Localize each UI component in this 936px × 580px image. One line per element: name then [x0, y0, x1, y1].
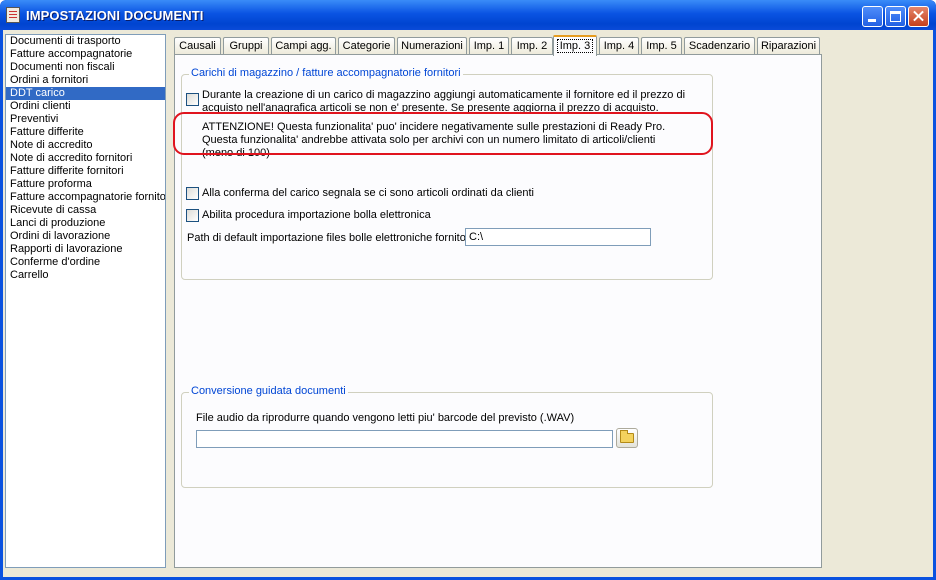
- tab-imp-3[interactable]: Imp. 3: [553, 35, 597, 56]
- tab-label: Causali: [179, 40, 216, 52]
- electronic-import-checkbox[interactable]: [186, 209, 199, 222]
- tab-riparazioni[interactable]: Riparazioni: [757, 37, 820, 55]
- sidebar-item-fatture-differite[interactable]: Fatture differite: [6, 126, 165, 139]
- window-title: IMPOSTAZIONI DOCUMENTI: [26, 8, 204, 23]
- import-path-input[interactable]: C:\: [465, 228, 651, 246]
- audio-file-input[interactable]: [196, 430, 613, 448]
- notify-ordered-items-checkbox[interactable]: [186, 187, 199, 200]
- tab-categorie[interactable]: Categorie: [338, 37, 395, 55]
- group-carichi-magazzino: Carichi di magazzino / fatture accompagn…: [181, 67, 713, 280]
- import-path-label: Path di default importazione files bolle…: [187, 232, 472, 244]
- tab-label: Imp. 1: [473, 40, 505, 52]
- sidebar-item-ordini-di-lavorazione[interactable]: Ordini di lavorazione: [6, 230, 165, 243]
- sidebar-item-preventivi[interactable]: Preventivi: [6, 113, 165, 126]
- group-title: Conversione guidata documenti: [189, 385, 348, 397]
- sidebar-item-ddt-carico[interactable]: DDT carico: [6, 87, 165, 100]
- sidebar-item-documenti-di-trasporto[interactable]: Documenti di trasporto: [6, 35, 165, 48]
- tab-imp-1[interactable]: Imp. 1: [469, 37, 509, 55]
- minimize-button[interactable]: [862, 6, 883, 27]
- folder-icon: [620, 430, 634, 443]
- maximize-button[interactable]: [885, 6, 906, 27]
- sidebar-item-lanci-di-produzione[interactable]: Lanci di produzione: [6, 217, 165, 230]
- sidebar-item-conferme-d-ordine[interactable]: Conferme d'ordine: [6, 256, 165, 269]
- tab-label: Gruppi: [229, 40, 263, 52]
- sidebar-item-fatture-differite-fornitori[interactable]: Fatture differite fornitori: [6, 165, 165, 178]
- sidebar-item-note-di-accredito[interactable]: Note di accredito: [6, 139, 165, 152]
- tab-label: Riparazioni: [760, 40, 817, 52]
- sidebar-item-carrello[interactable]: Carrello: [6, 269, 165, 282]
- electronic-import-label: Abilita procedura importazione bolla ele…: [202, 209, 431, 221]
- tab-label: Numerazioni: [401, 40, 463, 52]
- title-bar[interactable]: IMPOSTAZIONI DOCUMENTI: [0, 0, 936, 30]
- group-conversione-guidata: Conversione guidata documenti File audio…: [181, 385, 713, 488]
- minimize-icon: [868, 19, 876, 22]
- tab-causali[interactable]: Causali: [174, 37, 221, 55]
- tab-imp-4[interactable]: Imp. 4: [599, 37, 639, 55]
- sidebar-item-fatture-accompagnatorie-fornitori[interactable]: Fatture accompagnatorie fornitori: [6, 191, 165, 204]
- sidebar-item-ordini-clienti[interactable]: Ordini clienti: [6, 100, 165, 113]
- window-client-area: Documenti di trasporto Fatture accompagn…: [3, 30, 933, 577]
- tab-campi-agg[interactable]: Campi agg.: [271, 37, 336, 55]
- app-document-icon: [6, 7, 20, 23]
- tab-label: Categorie: [342, 40, 391, 52]
- sidebar-item-ordini-a-fornitori[interactable]: Ordini a fornitori: [6, 74, 165, 87]
- tab-numerazioni[interactable]: Numerazioni: [397, 37, 467, 55]
- tab-label: Imp. 5: [646, 40, 677, 52]
- notify-ordered-items-label: Alla conferma del carico segnala se ci s…: [202, 187, 535, 199]
- highlight-annotation: [173, 112, 713, 155]
- sidebar-item-note-di-accredito-fornitori[interactable]: Note di accredito fornitori: [6, 152, 165, 165]
- audio-file-label: File audio da riprodurre quando vengono …: [196, 412, 575, 424]
- tab-label: Imp. 3: [556, 39, 594, 53]
- tab-label: Campi agg.: [275, 40, 332, 52]
- tab-label: Imp. 2: [516, 40, 548, 52]
- sidebar-item-documenti-non-fiscali[interactable]: Documenti non fiscali: [6, 61, 165, 74]
- maximize-icon: [890, 11, 901, 22]
- tab-label: Scadenzario: [688, 40, 751, 52]
- browse-audio-button[interactable]: [616, 428, 638, 448]
- tab-imp-2[interactable]: Imp. 2: [511, 37, 553, 55]
- tab-gruppi[interactable]: Gruppi: [223, 37, 269, 55]
- settings-window: IMPOSTAZIONI DOCUMENTI Documenti di tras…: [0, 0, 936, 580]
- auto-add-supplier-checkbox[interactable]: [186, 93, 199, 106]
- sidebar-item-fatture-proforma[interactable]: Fatture proforma: [6, 178, 165, 191]
- sidebar-item-rapporti-di-lavorazione[interactable]: Rapporti di lavorazione: [6, 243, 165, 256]
- tab-scadenzario[interactable]: Scadenzario: [684, 37, 755, 55]
- tab-label: Imp. 4: [603, 40, 635, 52]
- sidebar-item-ricevute-di-cassa[interactable]: Ricevute di cassa: [6, 204, 165, 217]
- tab-panel-imp-3: Carichi di magazzino / fatture accompagn…: [173, 54, 822, 568]
- close-button[interactable]: [908, 6, 929, 27]
- sidebar-item-fatture-accompagnatorie[interactable]: Fatture accompagnatorie: [6, 48, 165, 61]
- group-title: Carichi di magazzino / fatture accompagn…: [189, 67, 463, 79]
- close-icon: [909, 7, 928, 26]
- tab-imp-5[interactable]: Imp. 5: [641, 37, 682, 55]
- document-type-list[interactable]: Documenti di trasporto Fatture accompagn…: [5, 34, 166, 568]
- auto-add-supplier-label-line1: Durante la creazione di un carico di mag…: [202, 89, 686, 101]
